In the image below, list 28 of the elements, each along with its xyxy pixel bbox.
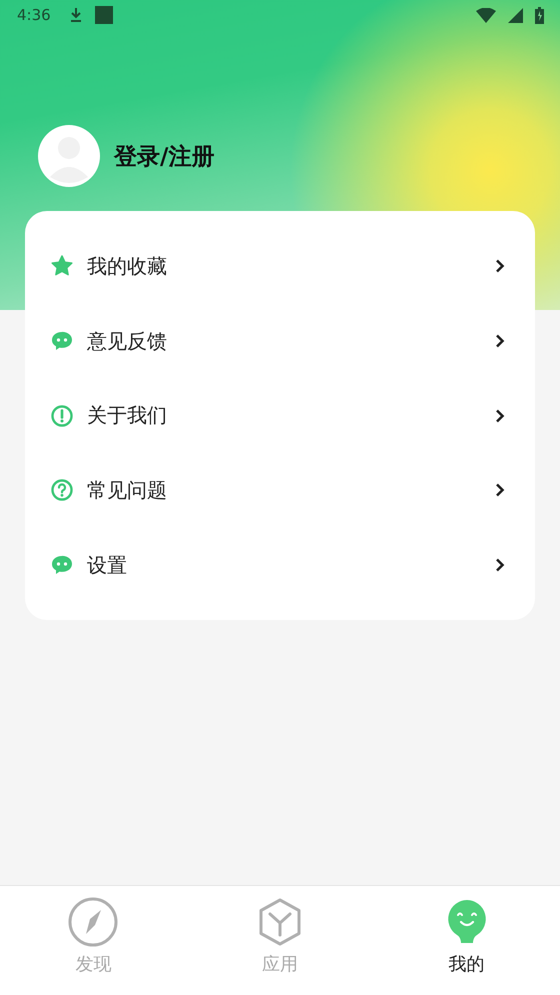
menu-label: 我的收藏 [87, 252, 168, 280]
menu-label: 关于我们 [87, 402, 168, 430]
square-icon [94, 6, 113, 24]
nav-tab[interactable]: 我的 [373, 886, 560, 995]
download-icon [68, 7, 83, 23]
star-icon [50, 254, 74, 278]
chevron-right-icon [495, 259, 505, 274]
menu-label: 意见反馈 [87, 328, 168, 355]
menu-item[interactable]: 常见问题 [25, 453, 535, 528]
avatar-icon[interactable] [38, 125, 100, 187]
wifi-icon [476, 8, 496, 22]
chevron-right-icon [495, 558, 505, 572]
menu-item[interactable]: 设置 [25, 528, 535, 602]
chevron-right-icon [495, 408, 505, 423]
signal-icon [508, 8, 523, 22]
compass-icon [68, 897, 118, 947]
login-link[interactable]: 登录/注册 [114, 140, 214, 172]
menu-label: 设置 [87, 552, 128, 579]
chevron-right-icon [495, 334, 505, 348]
chevron-right-icon [495, 483, 505, 498]
menu-item[interactable]: 我的收藏 [25, 229, 535, 304]
menu-label: 常见问题 [87, 476, 168, 504]
question-icon [50, 478, 74, 502]
menu-item[interactable]: 意见反馈 [25, 304, 535, 378]
menu-item[interactable]: 关于我们 [25, 378, 535, 454]
exclamation-icon [50, 404, 74, 428]
battery-icon [535, 6, 544, 24]
status-time: 4:36 [17, 6, 51, 24]
